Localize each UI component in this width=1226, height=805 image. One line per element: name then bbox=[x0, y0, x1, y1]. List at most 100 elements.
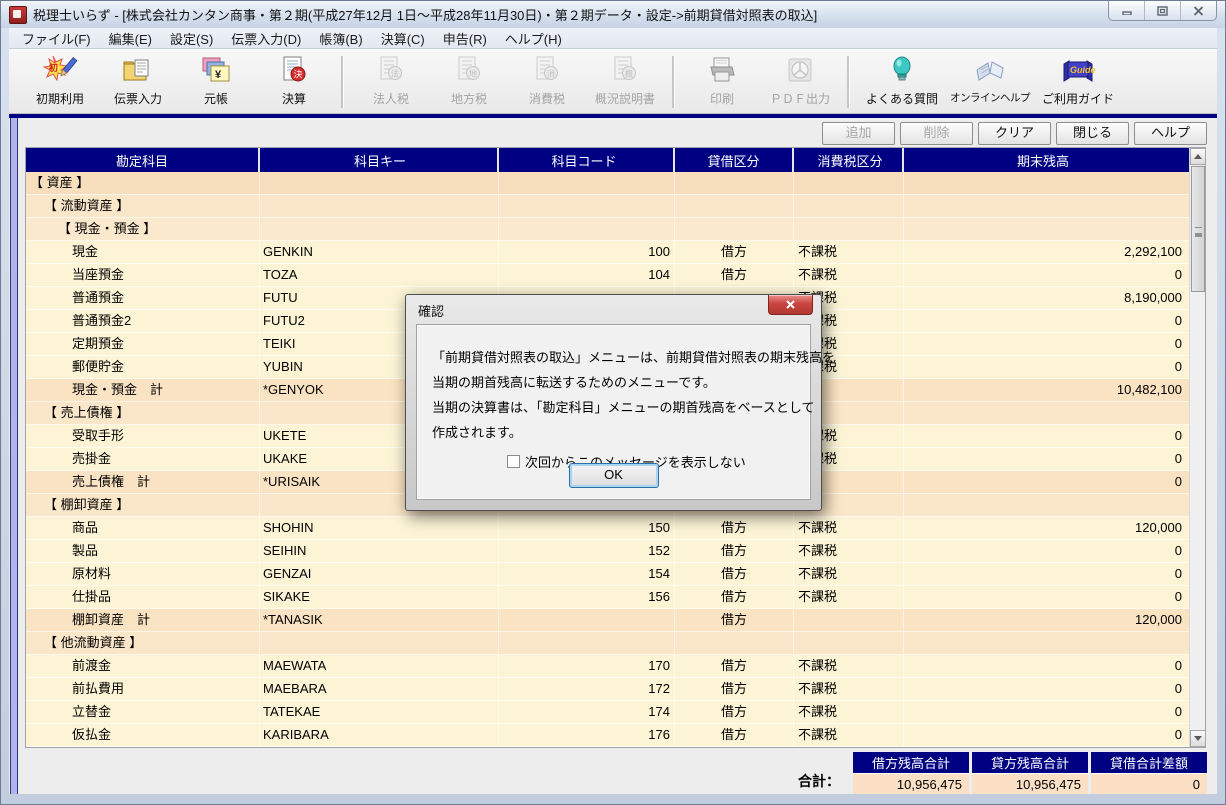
table-row[interactable]: 【 現金・預金 】 bbox=[26, 218, 1189, 241]
dont-show-again-checkbox[interactable] bbox=[507, 455, 520, 468]
table-row[interactable]: 製品SEIHIN152借方不課税0 bbox=[26, 540, 1189, 563]
cell-account-name: 【 売上債権 】 bbox=[26, 402, 260, 424]
menu-item-1[interactable]: ファイル(F) bbox=[13, 27, 100, 50]
cell-account-code: 176 bbox=[499, 724, 675, 746]
dialog-panel: 「前期貸借対照表の取込」メニューは、前期貸借対照表の期末残高を 当期の期首残高に… bbox=[416, 324, 811, 500]
action-button-4[interactable]: 閉じる bbox=[1056, 122, 1129, 145]
table-row[interactable]: 【 流動資産 】 bbox=[26, 195, 1189, 218]
table-row[interactable]: 前渡金MAEWATA170借方不課税0 bbox=[26, 655, 1189, 678]
dock-strip bbox=[10, 118, 18, 794]
cell-tax-class: 不課税 bbox=[794, 540, 904, 562]
table-row[interactable]: 棚卸資産 計*TANASIK借方120,000 bbox=[26, 609, 1189, 632]
toolbar-button-label: 法人税 bbox=[373, 90, 409, 107]
dialog-message-line: 当期の決算書は、「勘定科目」メニューの期首残高をベースとして bbox=[432, 395, 796, 420]
table-row[interactable]: 【 他流動資産 】 bbox=[26, 632, 1189, 655]
table-row[interactable]: 前払費用MAEBARA172借方不課税0 bbox=[26, 678, 1189, 701]
cell-account-name: 当座預金 bbox=[26, 264, 260, 286]
dialog-close-button[interactable] bbox=[768, 295, 813, 315]
action-button-5[interactable]: ヘルプ bbox=[1134, 122, 1207, 145]
faq-icon bbox=[885, 54, 919, 88]
cell-balance bbox=[904, 195, 1189, 217]
cell-account-code bbox=[499, 609, 675, 631]
scrollbar-thumb[interactable] bbox=[1191, 166, 1205, 292]
cell-account-key: *TANASIK bbox=[260, 609, 499, 631]
table-row[interactable]: 立替金TATEKAE174借方不課税0 bbox=[26, 701, 1189, 724]
toolbar-button-label: 初期利用 bbox=[36, 90, 84, 107]
ok-button[interactable]: OK bbox=[569, 463, 659, 488]
toolbar-button-ledger[interactable]: ¥元帳 bbox=[177, 54, 255, 107]
toolbar-button-consumption-tax: 消消費税 bbox=[508, 54, 586, 107]
menu-item-2[interactable]: 編集(E) bbox=[100, 27, 161, 50]
confirmation-dialog: 確認 「前期貸借対照表の取込」メニューは、前期貸借対照表の期末残高を 当期の期首… bbox=[405, 294, 822, 511]
table-row[interactable]: 当座預金TOZA104借方不課税0 bbox=[26, 264, 1189, 287]
cell-side: 借方 bbox=[675, 701, 794, 723]
minimize-button[interactable] bbox=[1109, 1, 1145, 20]
menu-item-3[interactable]: 設定(S) bbox=[161, 27, 222, 50]
corporate-tax-icon: 法 bbox=[374, 54, 408, 88]
cell-tax-class: 不課税 bbox=[794, 724, 904, 746]
cell-account-name: 受取手形 bbox=[26, 425, 260, 447]
total-box-value: 0 bbox=[1091, 773, 1207, 794]
table-row[interactable]: 原材料GENZAI154借方不課税0 bbox=[26, 563, 1189, 586]
ledger-icon: ¥ bbox=[199, 54, 233, 88]
cell-side: 借方 bbox=[675, 586, 794, 608]
cell-side bbox=[675, 632, 794, 654]
cell-balance bbox=[904, 402, 1189, 424]
table-row[interactable]: 商品SHOHIN150借方不課税120,000 bbox=[26, 517, 1189, 540]
toolbar-button-label: 概況説明書 bbox=[595, 90, 655, 107]
toolbar-button-label: ＰＤＦ出力 bbox=[770, 90, 830, 107]
cell-account-code: 104 bbox=[499, 264, 675, 286]
menu-item-7[interactable]: 申告(R) bbox=[434, 27, 496, 50]
cell-account-code bbox=[499, 172, 675, 194]
cell-account-name: 【 現金・預金 】 bbox=[26, 218, 260, 240]
vertical-scrollbar[interactable] bbox=[1189, 148, 1205, 747]
cell-balance bbox=[904, 494, 1189, 516]
dialog-title: 確認 bbox=[418, 301, 444, 320]
cell-account-code bbox=[499, 195, 675, 217]
cell-balance: 0 bbox=[904, 356, 1189, 378]
cell-account-name: 原材料 bbox=[26, 563, 260, 585]
app-icon bbox=[9, 6, 27, 24]
table-row[interactable]: 現金GENKIN100借方不課税2,292,100 bbox=[26, 241, 1189, 264]
toolbar-button-online-help[interactable]: オンラインヘルプ bbox=[946, 54, 1034, 105]
dialog-message-line: 作成されます。 bbox=[432, 420, 796, 445]
cell-account-name: 郵便貯金 bbox=[26, 356, 260, 378]
scroll-up-button[interactable] bbox=[1190, 148, 1206, 165]
cell-side: 借方 bbox=[675, 563, 794, 585]
table-row[interactable]: 【 資産 】 bbox=[26, 172, 1189, 195]
menu-item-4[interactable]: 伝票入力(D) bbox=[222, 27, 310, 50]
menu-item-8[interactable]: ヘルプ(H) bbox=[496, 27, 571, 50]
cell-balance: 0 bbox=[904, 678, 1189, 700]
pdf-output-icon bbox=[783, 54, 817, 88]
toolbar-button-faq[interactable]: よくある質問 bbox=[858, 54, 946, 107]
table-row[interactable]: 仕掛品SIKAKE156借方不課税0 bbox=[26, 586, 1189, 609]
menu-item-5[interactable]: 帳簿(B) bbox=[310, 27, 371, 50]
total-box-header: 借方残高合計 bbox=[853, 752, 969, 773]
cell-account-name: 【 流動資産 】 bbox=[26, 195, 260, 217]
toolbar-button-settlement[interactable]: 決決算 bbox=[255, 54, 333, 107]
cell-tax-class: 不課税 bbox=[794, 586, 904, 608]
toolbar-button-label: よくある質問 bbox=[866, 90, 938, 107]
cell-balance: 0 bbox=[904, 448, 1189, 470]
local-tax-icon: 地 bbox=[452, 54, 486, 88]
cell-account-name: 売掛金 bbox=[26, 448, 260, 470]
toolbar-button-voucher-entry[interactable]: 伝票入力 bbox=[99, 54, 177, 107]
maximize-button[interactable] bbox=[1145, 1, 1181, 20]
column-header-6: 期末残高 bbox=[904, 148, 1189, 172]
cell-tax-class bbox=[794, 609, 904, 631]
cell-account-code bbox=[499, 218, 675, 240]
table-row[interactable]: 仮払金KARIBARA176借方不課税0 bbox=[26, 724, 1189, 747]
menu-item-6[interactable]: 決算(C) bbox=[372, 27, 434, 50]
cell-account-code: 174 bbox=[499, 701, 675, 723]
column-header-3: 科目コード bbox=[499, 148, 675, 172]
cell-account-key: MAEWATA bbox=[260, 655, 499, 677]
toolbar-button-initial-use[interactable]: 初初期利用 bbox=[21, 54, 99, 107]
toolbar-button-user-guide[interactable]: Guideご利用ガイド bbox=[1034, 54, 1122, 107]
cell-account-name: 前渡金 bbox=[26, 655, 260, 677]
cell-balance bbox=[904, 632, 1189, 654]
cell-balance: 0 bbox=[904, 333, 1189, 355]
scroll-down-button[interactable] bbox=[1190, 730, 1206, 747]
action-button-3[interactable]: クリア bbox=[978, 122, 1051, 145]
cell-account-key: MAEBARA bbox=[260, 678, 499, 700]
close-window-button[interactable] bbox=[1181, 1, 1216, 20]
